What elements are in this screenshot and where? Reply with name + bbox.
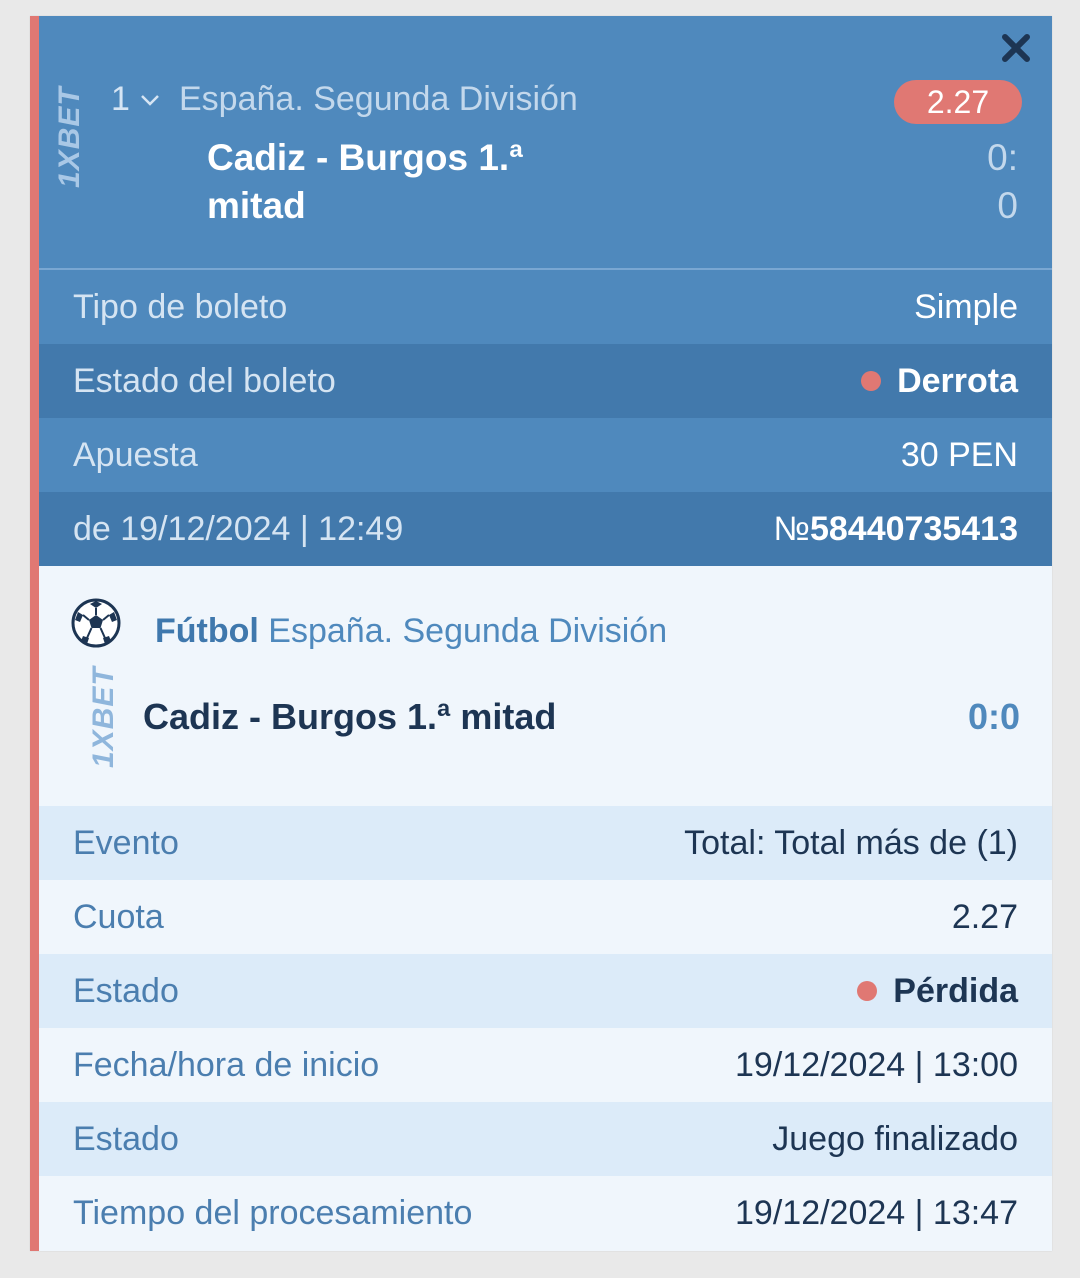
ticket-number-value: 58440735413 <box>809 509 1018 548</box>
ticket-number: №58440735413 <box>774 510 1019 549</box>
event-label: Evento <box>73 823 179 862</box>
game-state-value: Juego finalizado <box>772 1119 1018 1158</box>
start-time-value: 19/12/2024 | 13:00 <box>735 1045 1018 1084</box>
odds-label: Cuota <box>73 897 164 936</box>
status-dot-icon <box>857 981 878 1001</box>
event-league: España. Segunda División <box>268 612 668 650</box>
stake-value: 30 PEN <box>900 435 1018 474</box>
ticket-number-prefix: № <box>773 509 810 548</box>
status-stripe <box>30 16 39 1251</box>
ticket-type-value: Simple <box>914 287 1018 326</box>
processing-time-row: Tiempo del procesamiento 19/12/2024 | 13… <box>39 1176 1052 1250</box>
event-match: Cadiz - Burgos 1.ª mitad <box>143 696 557 737</box>
event-score: 0:0 <box>967 696 1020 737</box>
header-match: Cadiz - Burgos 1.ª mitad <box>207 134 567 230</box>
header-match-line1: Cadiz - Burgos 1.ª <box>207 137 523 178</box>
chevron-down-icon[interactable] <box>139 92 161 108</box>
event-value: Total: Total más de (1) <box>684 823 1018 862</box>
ticket-type-row: Tipo de boleto Simple <box>39 270 1052 344</box>
ticket-date-row: de 19/12/2024 | 12:49 №58440735413 <box>39 492 1052 566</box>
event-details: Evento Total: Total más de (1) Cuota 2.2… <box>39 806 1052 1250</box>
brand-logo-event: 1XBET <box>87 666 120 768</box>
game-state-label: Estado <box>73 1119 179 1158</box>
processing-time-label: Tiempo del procesamiento <box>73 1193 473 1232</box>
header-match-line2: mitad <box>207 185 306 226</box>
stake-label: Apuesta <box>73 435 198 474</box>
ticket-type-label: Tipo de boleto <box>73 287 288 326</box>
status-row: Estado Pérdida <box>39 954 1052 1028</box>
soccer-ball-icon <box>71 598 121 648</box>
odds-row: Cuota 2.27 <box>39 880 1052 954</box>
ticket-status-label: Estado del boleto <box>73 361 336 400</box>
ticket-status-row: Estado del boleto Derrota <box>39 344 1052 418</box>
ticket-header[interactable]: 1XBET 1 España. Segunda División Cadiz -… <box>39 16 1052 270</box>
event-row: Evento Total: Total más de (1) <box>39 806 1052 880</box>
event-section: Fútbol España. Segunda División 1XBET Ca… <box>39 568 1052 804</box>
bet-ticket-card: 1XBET 1 España. Segunda División Cadiz -… <box>30 16 1052 1251</box>
sport-league: Fútbol España. Segunda División <box>155 612 667 651</box>
game-state-row: Estado Juego finalizado <box>39 1102 1052 1176</box>
start-time-label: Fecha/hora de inicio <box>73 1045 380 1084</box>
ticket-status-value: Derrota <box>897 361 1018 400</box>
ticket-date: de 19/12/2024 | 12:49 <box>73 509 404 548</box>
status-dot-icon <box>861 371 882 391</box>
header-score-line2: 0 <box>997 185 1018 226</box>
status-label: Estado <box>73 971 179 1010</box>
header-score-line1: 0: <box>987 137 1018 178</box>
header-league: España. Segunda División <box>179 80 578 118</box>
odds-value: 2.27 <box>951 897 1018 936</box>
bet-number: 1 <box>111 80 130 118</box>
brand-logo: 1XBET <box>53 86 86 188</box>
close-icon[interactable] <box>998 30 1034 66</box>
processing-time-value: 19/12/2024 | 13:47 <box>735 1193 1018 1232</box>
ticket-info: Tipo de boleto Simple Estado del boleto … <box>39 270 1052 566</box>
sport-name: Fútbol <box>155 612 259 650</box>
start-time-row: Fecha/hora de inicio 19/12/2024 | 13:00 <box>39 1028 1052 1102</box>
odds-badge: 2.27 <box>894 80 1022 124</box>
header-score: 0: 0 <box>938 134 1018 230</box>
status-value: Pérdida <box>893 971 1018 1010</box>
stake-row: Apuesta 30 PEN <box>39 418 1052 492</box>
